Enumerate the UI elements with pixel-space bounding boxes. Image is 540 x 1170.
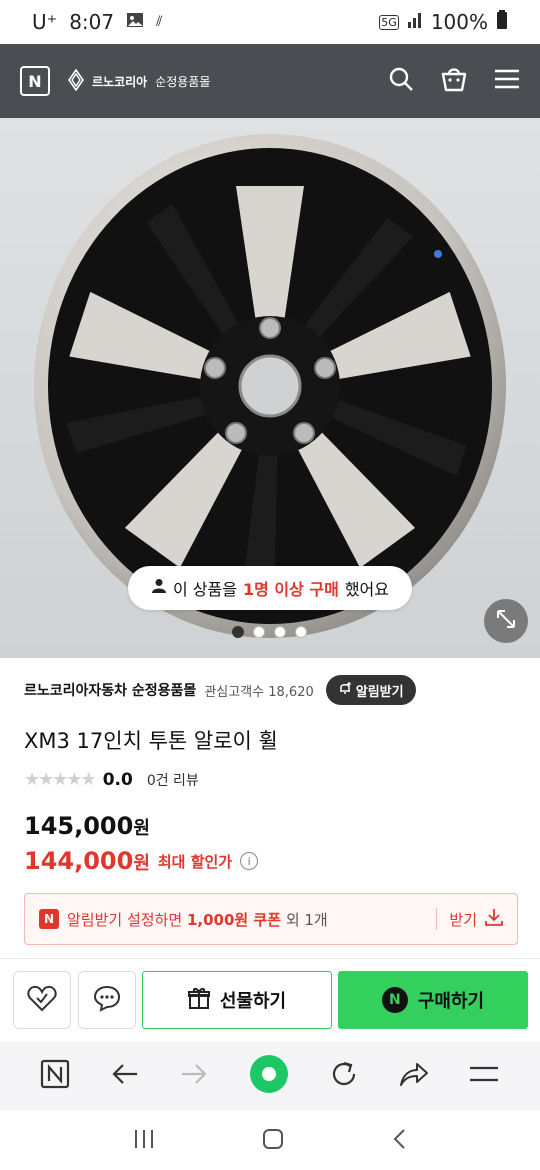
carrier-label: U⁺ <box>32 10 58 34</box>
time-label: 8:07 <box>69 10 115 34</box>
sale-price-row: 144,000원 최대 할인가 i <box>24 847 259 875</box>
battery-label: 100% <box>430 10 488 34</box>
refresh-icon[interactable] <box>330 1060 358 1092</box>
info-icon[interactable]: i <box>240 852 259 870</box>
carousel-dot[interactable] <box>253 626 265 638</box>
sale-price-value: 144,000 <box>24 847 134 875</box>
chat-bubble-icon <box>93 984 121 1016</box>
coupon-n-badge: N <box>39 909 59 929</box>
price-unit: 원 <box>133 818 150 839</box>
purchase-suffix: 했어요 <box>344 580 389 599</box>
sale-label: 최대 할인가 <box>157 852 233 871</box>
system-nav-bar <box>0 1111 540 1170</box>
action-bar: 선물하기 N 구매하기 <box>0 959 540 1041</box>
brand-subtitle: 순정용품몰 <box>155 74 211 89</box>
bell-plus-icon <box>338 681 352 699</box>
menu-icon[interactable] <box>494 68 520 94</box>
naver-home-icon[interactable] <box>40 1059 70 1093</box>
alert-button-label: 알림받기 <box>355 684 404 700</box>
expand-image-button[interactable] <box>484 599 528 643</box>
wishlist-button[interactable] <box>13 971 71 1029</box>
carousel-dots <box>232 626 307 638</box>
cart-icon[interactable] <box>440 66 468 96</box>
seller-name[interactable]: 르노코리아자동차 순정용품몰 <box>24 680 196 700</box>
rating-value: 0.0 <box>102 769 133 790</box>
purchase-highlight: 1명 이상 구매 <box>242 580 339 599</box>
brand-name: 르노코리아 <box>92 74 148 89</box>
expand-icon <box>495 608 517 634</box>
browser-nav-bar <box>0 1041 540 1111</box>
share-icon[interactable] <box>399 1061 429 1091</box>
naver-logo-button[interactable]: N <box>20 66 50 96</box>
image-notification-icon <box>126 10 144 34</box>
buy-button[interactable]: N 구매하기 <box>338 971 528 1029</box>
review-count[interactable]: 0건 리뷰 <box>147 770 199 790</box>
price-value: 145,000 <box>24 812 134 840</box>
sale-price: 144,000원 <box>24 847 150 875</box>
talk-button[interactable] <box>78 971 136 1029</box>
carousel-dot[interactable] <box>274 626 286 638</box>
status-bar: U⁺ 8:07 ⫽ 5G 100% <box>0 0 540 44</box>
purchase-count-badge: 이 상품을 1명 이상 구매 했어요 <box>128 566 412 610</box>
alert-subscribe-button[interactable]: 알림받기 <box>325 675 416 705</box>
watchers-count: 관심고객수 18,620 <box>204 684 314 700</box>
back-icon[interactable] <box>111 1062 139 1090</box>
coupon-get-button[interactable]: 받기 <box>436 908 503 930</box>
network-label: 5G <box>379 14 399 30</box>
product-title: XM3 17인치 투톤 알로이 휠 <box>24 729 278 753</box>
gift-label: 선물하기 <box>219 991 287 1012</box>
coupon-get-label: 받기 <box>449 910 477 929</box>
person-icon <box>151 578 167 598</box>
brand-diamond-icon <box>68 68 84 94</box>
seller-row: 르노코리아자동차 순정용품몰 관심고객수 18,620 알림받기 <box>24 674 524 706</box>
buy-label: 구매하기 <box>417 991 485 1012</box>
heart-check-icon <box>27 984 57 1016</box>
original-price: 145,000원 <box>24 812 150 840</box>
app-header: N 르노코리아 순정용품몰 <box>0 44 540 118</box>
home-icon[interactable] <box>262 1128 284 1154</box>
carousel-dot[interactable] <box>232 626 244 638</box>
green-dot-icon[interactable] <box>249 1054 289 1098</box>
carousel-dot[interactable] <box>295 626 307 638</box>
star-rating-icon: ★★★★★ <box>24 769 97 790</box>
coupon-banner[interactable]: N 알림받기 설정하면 1,000원 쿠폰 외 1개 받기 <box>24 893 518 945</box>
forward-icon[interactable] <box>180 1062 208 1090</box>
brand[interactable]: 르노코리아 순정용품몰 <box>68 68 211 94</box>
sale-price-unit: 원 <box>133 853 150 874</box>
gift-icon <box>187 987 210 1014</box>
recent-apps-icon[interactable] <box>133 1128 155 1154</box>
coupon-suffix: 외 1개 <box>285 910 328 929</box>
gift-button[interactable]: 선물하기 <box>142 971 332 1029</box>
coupon-prefix: 알림받기 설정하면 <box>67 910 183 929</box>
battery-icon <box>496 9 508 35</box>
search-icon[interactable] <box>388 66 414 96</box>
download-icon <box>485 908 503 930</box>
purchase-prefix: 이 상품을 <box>172 580 237 599</box>
rating-row[interactable]: ★★★★★ 0.0 0건 리뷰 <box>24 769 199 790</box>
coupon-amount: 1,000원 쿠폰 <box>186 910 282 929</box>
system-back-icon[interactable] <box>391 1128 407 1154</box>
signal-strength-icon <box>407 10 423 34</box>
browser-menu-icon[interactable] <box>469 1064 499 1088</box>
signal-notification-icon: ⫽ <box>156 14 163 30</box>
naver-pay-icon: N <box>381 987 408 1013</box>
